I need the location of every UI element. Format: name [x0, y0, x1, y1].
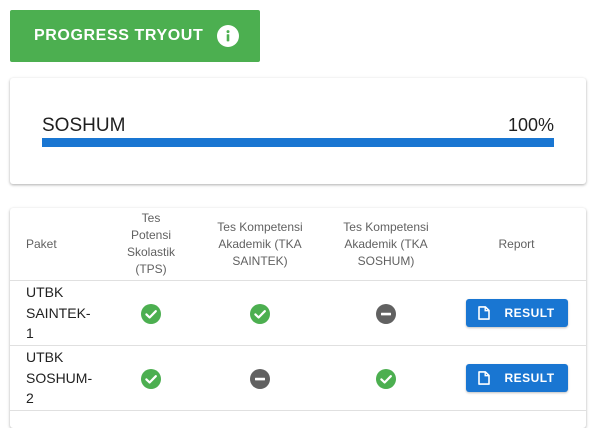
document-icon — [478, 306, 491, 320]
status-cell-tka-saintek — [195, 280, 325, 346]
header-paket: Paket — [10, 208, 107, 281]
minus-circle-icon — [376, 303, 396, 324]
report-cell: RESULT — [447, 280, 586, 346]
result-button-label: RESULT — [504, 370, 555, 385]
progress-tryout-header: PROGRESS TRYOUT — [10, 10, 260, 62]
status-cell-tka-soshum — [325, 345, 447, 411]
table-row: UTBK SAINTEK-1 RESULT — [10, 280, 586, 346]
paket-name: UTBK SOSHUM-2 — [26, 349, 93, 407]
header-title: PROGRESS TRYOUT — [34, 27, 204, 44]
table-header-row: Paket Tes Potensi Skolastik (TPS) Tes Ko… — [10, 208, 586, 281]
progress-value: 100% — [507, 115, 554, 135]
tryout-table-card: Paket Tes Potensi Skolastik (TPS) Tes Ko… — [10, 208, 586, 428]
result-button[interactable]: RESULT — [465, 364, 568, 392]
document-icon — [478, 371, 491, 385]
paket-cell: UTBK SOSHUM-2 — [10, 345, 107, 411]
progress-bar-fill — [42, 138, 554, 147]
header-tka-soshum: Tes Kompetensi Akademik (TKA SOSHUM) — [325, 208, 447, 281]
progress-bar — [42, 138, 554, 147]
check-circle-icon — [376, 368, 396, 389]
progress-label: SOSHUM — [42, 115, 126, 136]
report-cell: RESULT — [447, 345, 586, 411]
check-circle-icon — [250, 303, 270, 324]
minus-circle-icon — [250, 368, 270, 389]
result-button[interactable]: RESULT — [465, 299, 568, 327]
status-cell-tka-soshum — [325, 280, 447, 346]
header-tka-soshum-text: Tes Kompetensi Akademik (TKA SOSHUM) — [343, 219, 429, 268]
header-report: Report — [447, 208, 586, 281]
header-tps-text: Tes Potensi Skolastik (TPS) — [126, 211, 176, 276]
info-icon[interactable] — [217, 25, 240, 47]
table-row: UTBK SOSHUM-2 RESULT — [10, 345, 586, 411]
paket-name: UTBK SAINTEK-1 — [26, 284, 91, 342]
header-tka-saintek-text: Tes Kompetensi Akademik (TKA SAINTEK) — [217, 219, 303, 268]
header-tps: Tes Potensi Skolastik (TPS) — [107, 208, 195, 281]
paket-cell: UTBK SAINTEK-1 — [10, 280, 107, 346]
header-tka-saintek: Tes Kompetensi Akademik (TKA SAINTEK) — [195, 208, 325, 281]
check-circle-icon — [141, 303, 161, 324]
check-circle-icon — [141, 368, 161, 389]
status-cell-tps — [107, 345, 195, 411]
progress-card: SOSHUM 100% — [10, 78, 586, 184]
status-cell-tka-saintek — [195, 345, 325, 411]
result-button-label: RESULT — [504, 305, 555, 320]
status-cell-tps — [107, 280, 195, 346]
tryout-table: Paket Tes Potensi Skolastik (TPS) Tes Ko… — [10, 208, 586, 411]
